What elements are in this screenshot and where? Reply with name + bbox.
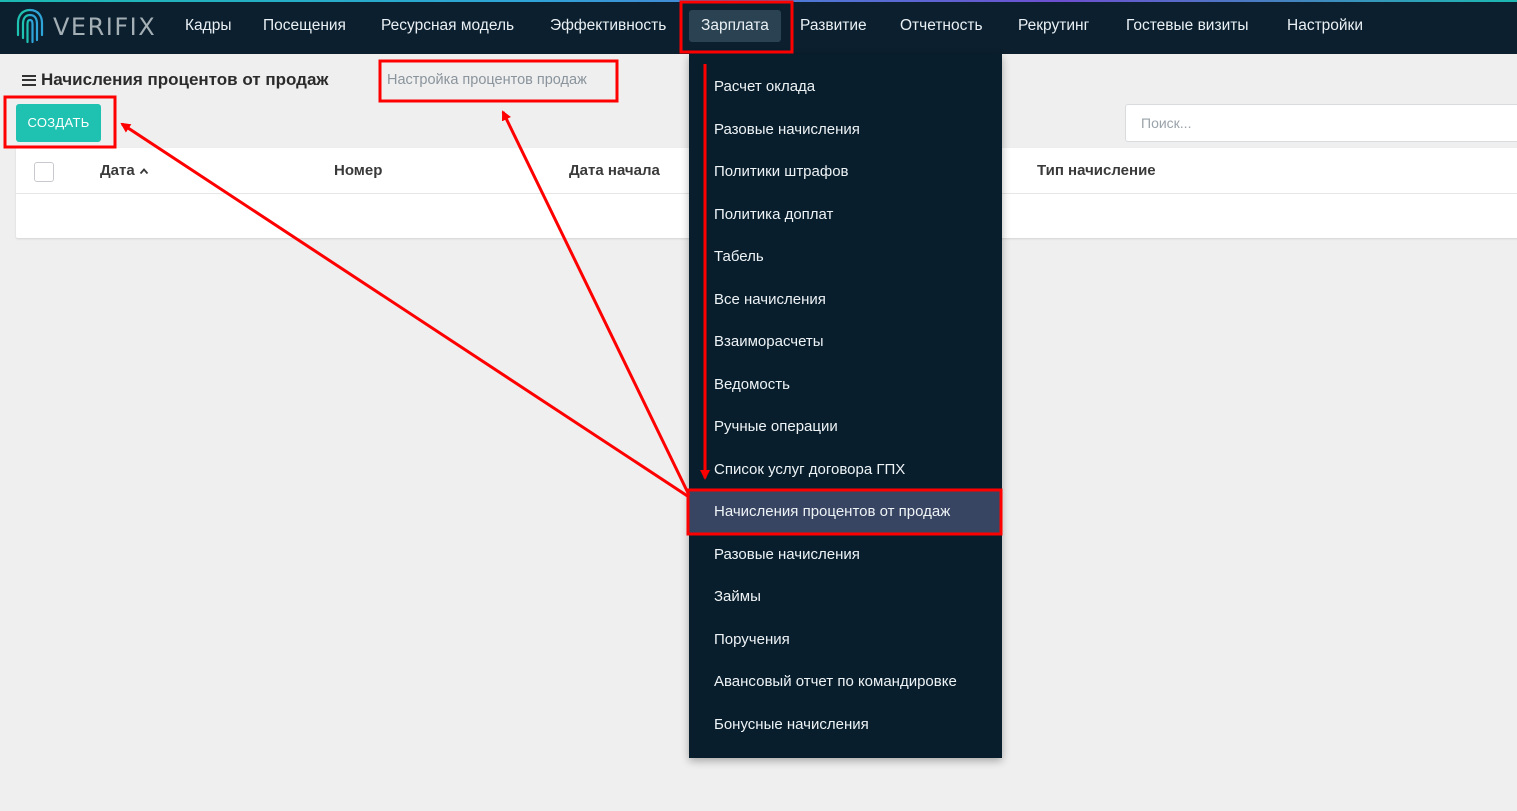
column-header-start-date[interactable]: Дата начала — [569, 161, 660, 181]
menu-item-zaymy[interactable]: Займы — [689, 576, 1002, 618]
menu-item-razovye-nachisleniya[interactable]: Разовые начисления — [689, 109, 1002, 151]
create-button[interactable]: СОЗДАТЬ — [16, 104, 101, 142]
select-all-checkbox[interactable] — [34, 162, 54, 182]
menu-item-politiki-shtrafov[interactable]: Политики штрафов — [689, 151, 1002, 193]
sort-ascending-icon — [139, 168, 148, 175]
menu-item-vedomost[interactable]: Ведомость — [689, 364, 1002, 406]
menu-item-politika-doplat[interactable]: Политика доплат — [689, 194, 1002, 236]
hamburger-icon[interactable] — [22, 74, 36, 86]
nav-item-resursnaya-model[interactable]: Ресурсная модель — [369, 10, 526, 42]
sales-percent-settings-link[interactable]: Настройка процентов продаж — [387, 70, 587, 90]
fingerprint-logo-icon — [16, 8, 44, 44]
menu-item-spisok-uslug-gph[interactable]: Список услуг договора ГПХ — [689, 449, 1002, 491]
column-header-accrual-type[interactable]: Тип начисление — [1037, 161, 1156, 181]
nav-item-effektivnost[interactable]: Эффективность — [538, 10, 678, 42]
nav-item-gostevye-vizity[interactable]: Гостевые визиты — [1114, 10, 1260, 42]
nav-item-otchetnost[interactable]: Отчетность — [888, 10, 995, 42]
menu-item-porucheniya[interactable]: Поручения — [689, 619, 1002, 661]
nav-item-rekruting[interactable]: Рекрутинг — [1006, 10, 1101, 42]
menu-item-razovye-nachisleniya-2[interactable]: Разовые начисления — [689, 534, 1002, 576]
menu-item-ruchnye-operatsii[interactable]: Ручные операции — [689, 406, 1002, 448]
menu-item-bonusnye-nachisleniya[interactable]: Бонусные начисления — [689, 704, 1002, 746]
logo-text: VERIFIX — [53, 13, 157, 41]
app-logo[interactable]: VERIFIX — [15, 7, 156, 47]
topbar-accent-line — [0, 0, 1517, 2]
menu-item-vzaimoraschety[interactable]: Взаиморасчеты — [689, 321, 1002, 363]
column-header-date[interactable]: Дата — [100, 161, 149, 181]
nav-item-kadry[interactable]: Кадры — [173, 10, 243, 42]
column-header-number[interactable]: Номер — [334, 161, 382, 181]
page-title-text: Начисления процентов от продаж — [41, 70, 329, 89]
top-navigation-bar: VERIFIX Кадры Посещения Ресурсная модель… — [0, 0, 1517, 54]
nav-item-nastroyki[interactable]: Настройки — [1275, 10, 1375, 42]
menu-item-avansovyy-otchet[interactable]: Авансовый отчет по командировке — [689, 661, 1002, 703]
page-title: Начисления процентов от продаж — [22, 68, 328, 92]
search-input[interactable] — [1125, 104, 1517, 142]
menu-item-tabel[interactable]: Табель — [689, 236, 1002, 278]
salary-dropdown-menu: Расчет оклада Разовые начисления Политик… — [689, 54, 1002, 758]
menu-item-raschet-oklada[interactable]: Расчет оклада — [689, 66, 1002, 108]
nav-item-poseshcheniya[interactable]: Посещения — [251, 10, 358, 42]
menu-item-nachisleniya-protsentov[interactable]: Начисления процентов от продаж — [689, 491, 1002, 533]
nav-item-zarplata[interactable]: Зарплата — [689, 10, 781, 42]
menu-item-vse-nachisleniya[interactable]: Все начисления — [689, 279, 1002, 321]
nav-item-razvitie[interactable]: Развитие — [788, 10, 879, 42]
